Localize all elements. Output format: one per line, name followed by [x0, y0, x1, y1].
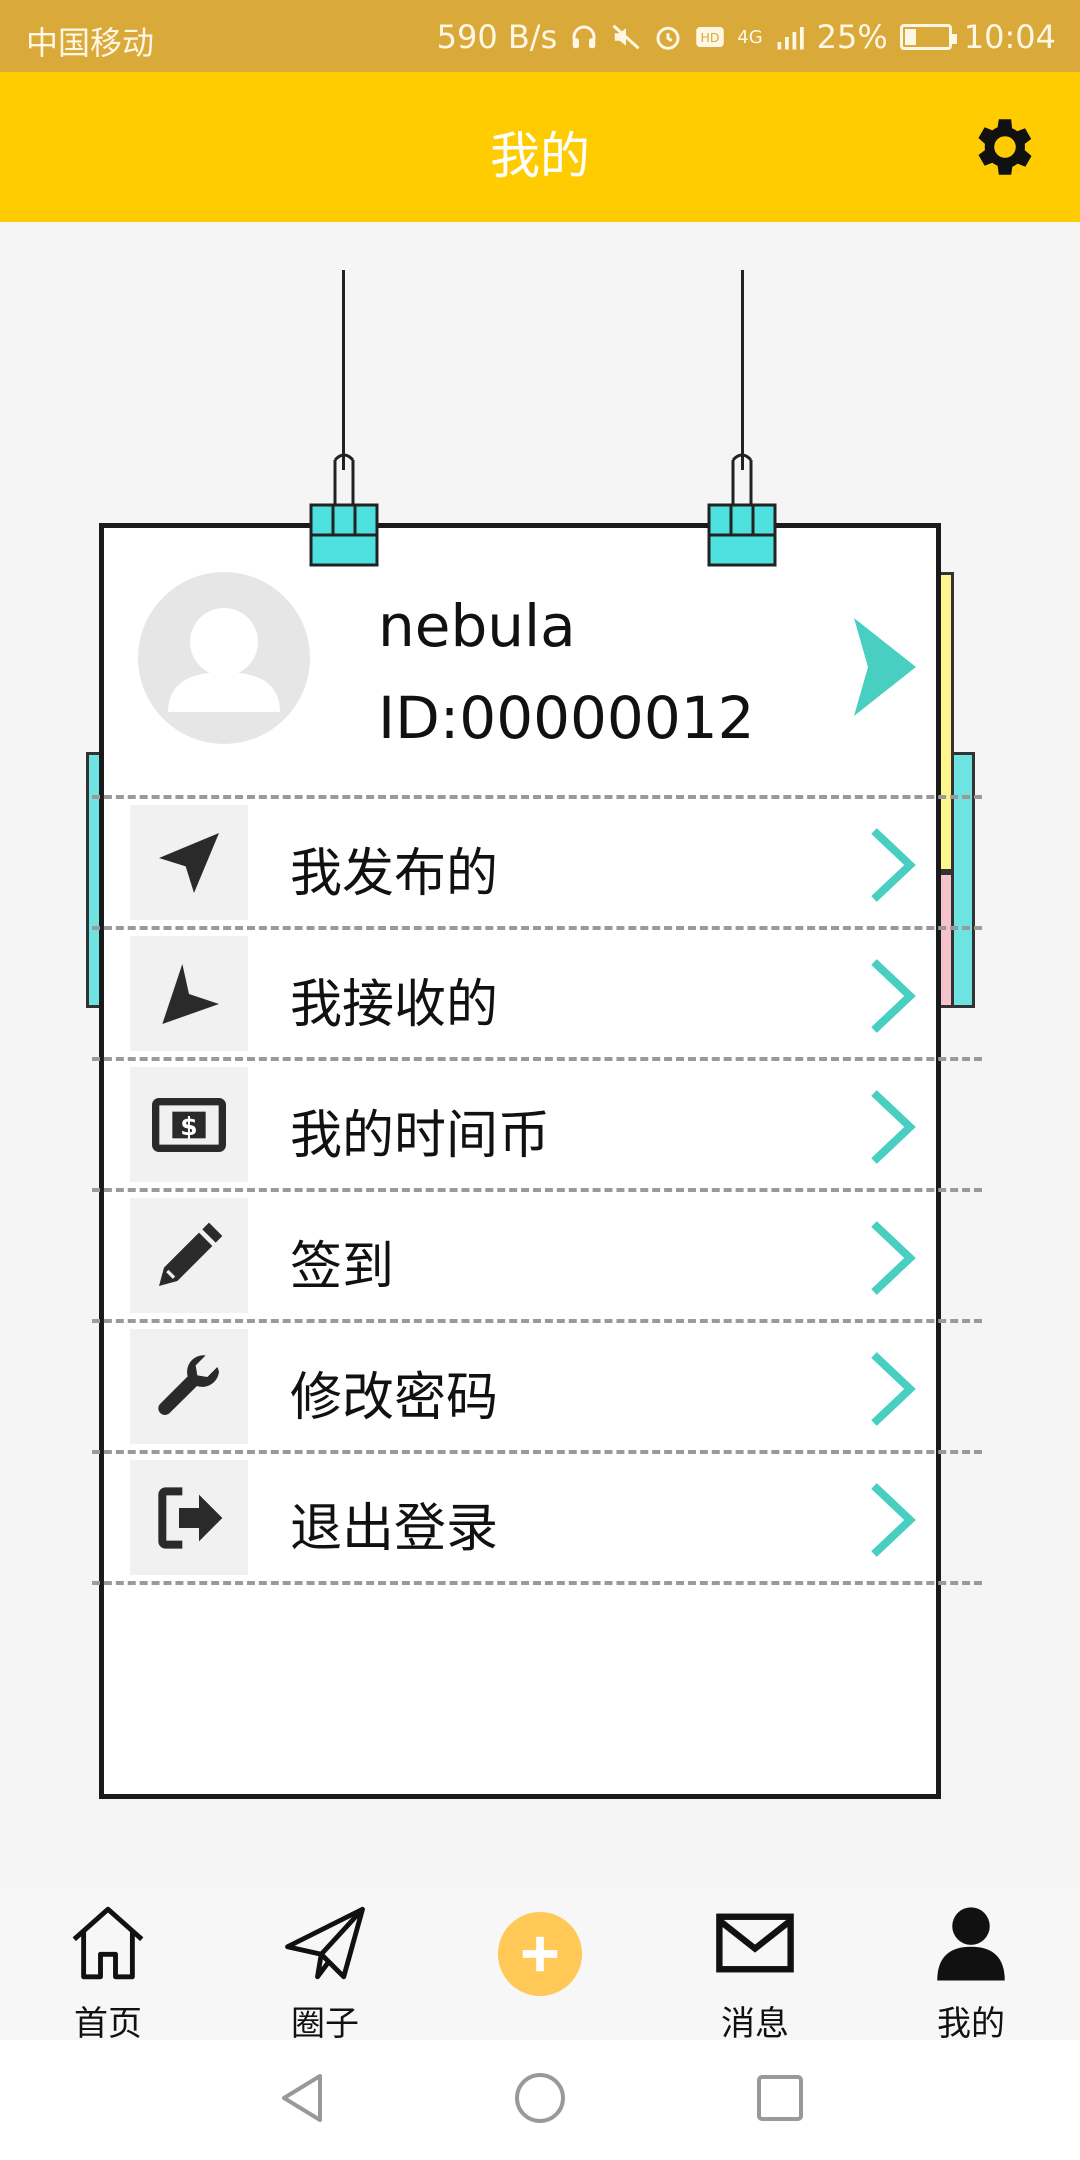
nav-add[interactable]	[465, 1898, 615, 2004]
envelope-icon	[716, 1913, 794, 1973]
home-icon	[72, 1906, 144, 1980]
nav-me[interactable]: 我的	[896, 1898, 1046, 2045]
menu-icon-box	[130, 805, 248, 920]
location-arrow-icon	[162, 963, 219, 1024]
user-icon	[937, 1907, 1005, 1981]
headphone-icon	[572, 25, 596, 49]
back-icon[interactable]	[272, 2068, 332, 2128]
divider	[92, 1319, 982, 1323]
menu-item-time-coins[interactable]: $ 我的时间币	[92, 1057, 982, 1188]
nav-label: 消息	[721, 2004, 789, 2044]
menu-icon-box	[130, 1198, 248, 1313]
alarm-icon	[656, 26, 680, 50]
chevron-right-icon	[871, 1090, 916, 1164]
divider	[92, 1057, 982, 1061]
nav-label: 我的	[937, 2004, 1005, 2044]
plus-icon	[522, 1936, 558, 1972]
home-circle-icon[interactable]	[510, 2068, 570, 2128]
divider	[92, 795, 982, 799]
menu-icon-box: $	[130, 1067, 248, 1182]
menu-item-change-password[interactable]: 修改密码	[92, 1319, 982, 1450]
user-placeholder-icon	[168, 608, 280, 712]
navigation-arrow-icon	[159, 832, 219, 893]
menu-icon-box	[130, 1329, 248, 1444]
menu-item-label: 我接收的	[290, 975, 499, 1035]
nav-messages[interactable]: 消息	[680, 1898, 830, 2045]
wrench-icon	[158, 1354, 219, 1415]
gear-icon[interactable]	[968, 110, 1042, 184]
net-speed: 590 B/s	[436, 18, 558, 56]
divider	[92, 926, 982, 930]
clock: 10:04	[963, 18, 1056, 56]
app-header: 我的	[0, 72, 1080, 222]
user-id: ID:00000012	[378, 684, 755, 752]
menu-item-label: 签到	[290, 1237, 395, 1297]
nav-circle[interactable]: 圈子	[250, 1898, 400, 2045]
nav-label: 首页	[74, 2004, 142, 2044]
menu-icon-box	[130, 1460, 248, 1575]
menu-item-label: 修改密码	[290, 1368, 499, 1428]
chevron-right-icon	[871, 959, 916, 1033]
nav-home[interactable]: 首页	[33, 1898, 183, 2045]
username: nebula	[378, 592, 576, 660]
battery-icon	[899, 24, 957, 50]
chevron-right-icon	[871, 1483, 916, 1557]
profile-row[interactable]: nebula ID:00000012	[138, 572, 938, 752]
chevron-right-icon	[871, 828, 916, 902]
hanging-wire-left	[342, 270, 345, 470]
menu-item-published[interactable]: 我发布的	[92, 795, 982, 926]
hanging-wire-right	[741, 270, 744, 470]
status-bar: 中国移动 590 B/s HD 4G 25% 10:04	[0, 0, 1080, 72]
svg-text:HD: HD	[701, 30, 720, 45]
sign-out-icon	[158, 1486, 223, 1549]
menu-item-label: 退出登录	[290, 1499, 499, 1559]
battery-percent: 25%	[816, 18, 888, 56]
pencil-icon	[159, 1222, 223, 1286]
binder-clip-right-icon	[707, 453, 777, 567]
menu-icon-box	[130, 936, 248, 1051]
status-icons: 590 B/s HD 4G 25% 10:04	[437, 18, 1056, 56]
system-nav-bar	[0, 2040, 1080, 2160]
chevron-right-icon[interactable]	[846, 612, 928, 722]
menu-item-check-in[interactable]: 签到	[92, 1188, 982, 1319]
chevron-right-icon	[871, 1352, 916, 1426]
menu-item-received[interactable]: 我接收的	[92, 926, 982, 1057]
recents-icon[interactable]	[750, 2068, 810, 2128]
hd-icon: HD	[696, 27, 724, 47]
menu-item-label: 我的时间币	[290, 1106, 551, 1166]
divider	[92, 1450, 982, 1454]
page-title: 我的	[490, 127, 590, 185]
signal-icon	[777, 27, 804, 50]
divider	[92, 1581, 982, 1585]
menu-item-label: 我发布的	[290, 844, 499, 904]
avatar[interactable]	[138, 572, 310, 744]
network-type: 4G	[737, 26, 763, 48]
menu-item-logout[interactable]: 退出登录	[92, 1450, 982, 1581]
menu-list: 我发布的 我接收的 $ 我的时间币 签到 修改密码 退出登录	[92, 795, 982, 1581]
money-icon: $	[152, 1097, 226, 1152]
mute-icon	[612, 24, 640, 50]
divider	[92, 1188, 982, 1192]
carrier-label: 中国移动	[26, 24, 155, 62]
svg-text:$: $	[180, 1112, 197, 1141]
paper-plane-icon	[285, 1906, 365, 1980]
nav-label: 圈子	[291, 2004, 359, 2044]
add-button[interactable]	[498, 1912, 582, 1996]
binder-clip-left-icon	[309, 453, 379, 567]
chevron-right-icon	[871, 1221, 916, 1295]
bottom-nav: 首页 圈子 消息 我的	[0, 1888, 1080, 2044]
